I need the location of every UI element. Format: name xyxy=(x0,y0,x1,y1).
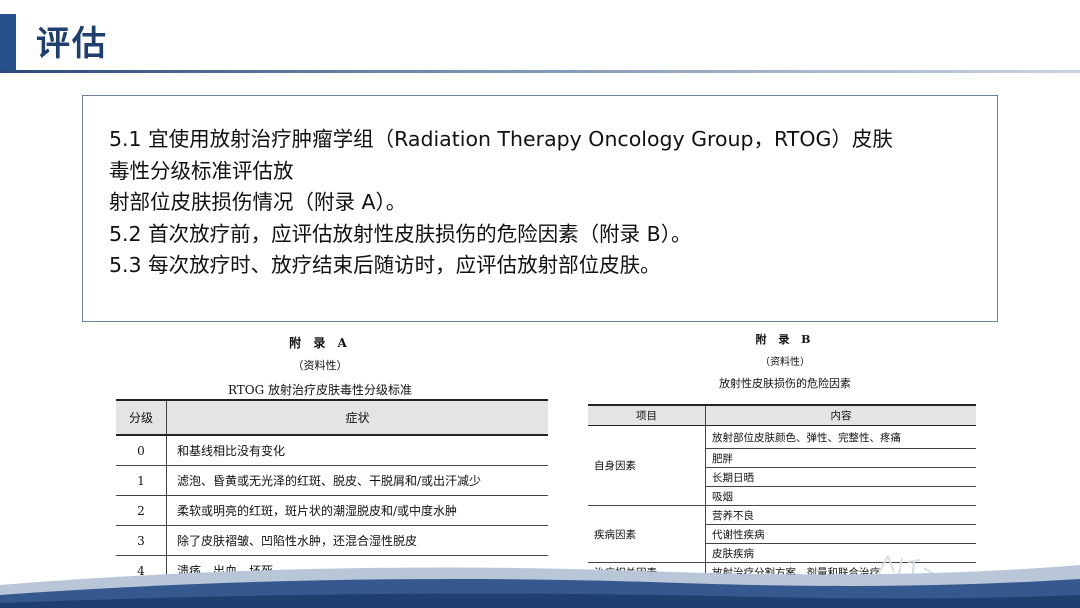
symptom-cell: 和基线相比没有变化 xyxy=(166,435,548,466)
content-cell: 肥胖 xyxy=(705,448,976,468)
appendix-a-subtitle: （资料性） xyxy=(292,359,348,372)
guideline-line: 射部位皮肤损伤情况（附录 A）。 xyxy=(109,190,407,214)
column-header-grade: 分级 xyxy=(116,399,167,436)
table-row: 1 滤泡、昏黄或无光泽的红斑、脱皮、干脱屑和/或出汗减少 xyxy=(116,465,548,496)
title-divider xyxy=(0,70,1080,73)
table-row: 3 除了皮肤褶皱、凹陷性水肿，还混合湿性脱皮 xyxy=(116,525,548,556)
page-title: 评估 xyxy=(36,24,108,64)
grade-cell: 2 xyxy=(116,495,167,526)
grade-cell: 1 xyxy=(116,465,167,496)
category-cell: 疾病因素 xyxy=(588,505,706,563)
content-cell: 长期日晒 xyxy=(705,467,976,487)
content-cell: 营养不良 xyxy=(705,505,976,525)
table-header-row: 分级 症状 xyxy=(116,399,548,436)
table-row: 自身因素 放射部位皮肤颜色、弹性、完整性、疼痛 xyxy=(588,425,976,506)
content-cell: 放射部位皮肤颜色、弹性、完整性、疼痛 xyxy=(705,425,976,449)
grade-cell: 0 xyxy=(116,435,167,466)
appendix-b-title: 附 录 B xyxy=(755,333,815,346)
guideline-line: 5.1 宜使用放射治疗肿瘤学组（Radiation Therapy Oncolo… xyxy=(109,127,893,151)
guideline-text-box: 5.1 宜使用放射治疗肿瘤学组（Radiation Therapy Oncolo… xyxy=(82,95,998,322)
grade-cell: 3 xyxy=(116,525,167,556)
symptom-cell: 除了皮肤褶皱、凹陷性水肿，还混合湿性脱皮 xyxy=(166,525,548,556)
guideline-text: 5.1 宜使用放射治疗肿瘤学组（Radiation Therapy Oncolo… xyxy=(109,124,979,282)
column-header-symptom: 症状 xyxy=(166,399,548,436)
column-header-content: 内容 xyxy=(705,404,976,426)
table-row: 2 柔软或明亮的红斑，斑片状的潮湿脱皮和/或中度水肿 xyxy=(116,495,548,526)
content-cell: 吸烟 xyxy=(705,486,976,506)
title-accent-bar xyxy=(0,14,16,72)
table-row: 疾病因素 营养不良 xyxy=(588,505,976,563)
category-cell: 自身因素 xyxy=(588,425,706,506)
table-row: 0 和基线相比没有变化 xyxy=(116,435,548,466)
content-cell: 代谢性疾病 xyxy=(705,524,976,544)
appendix-a-caption: RTOG 放射治疗皮肤毒性分级标准 xyxy=(227,383,413,397)
appendix-b-caption: 放射性皮肤损伤的危险因素 xyxy=(719,377,851,390)
bottom-wave-decoration xyxy=(0,565,1080,608)
appendix-a-title: 附 录 A xyxy=(289,336,351,350)
table-header-row: 项目 内容 xyxy=(588,404,976,426)
appendix-b-subtitle: （资料性） xyxy=(760,357,810,368)
column-header-item: 项目 xyxy=(588,404,706,426)
guideline-line: 5.3 每次放疗时、放疗结束后随访时，应评估放射部位皮肤。 xyxy=(109,253,661,277)
symptom-cell: 滤泡、昏黄或无光泽的红斑、脱皮、干脱屑和/或出汗减少 xyxy=(166,465,548,496)
appendix-a-heading: 附 录 A （资料性） RTOG 放射治疗皮肤毒性分级标准 xyxy=(180,334,460,398)
appendix-b-heading: 附 录 B （资料性） 放射性皮肤损伤的危险因素 xyxy=(660,331,910,391)
symptom-cell: 柔软或明亮的红斑，斑片状的潮湿脱皮和/或中度水肿 xyxy=(166,495,548,526)
guideline-line: 5.2 首次放疗前，应评估放射性皮肤损伤的危险因素（附录 B）。 xyxy=(109,221,692,246)
guideline-line: 毒性分级标准评估放 xyxy=(109,158,294,183)
